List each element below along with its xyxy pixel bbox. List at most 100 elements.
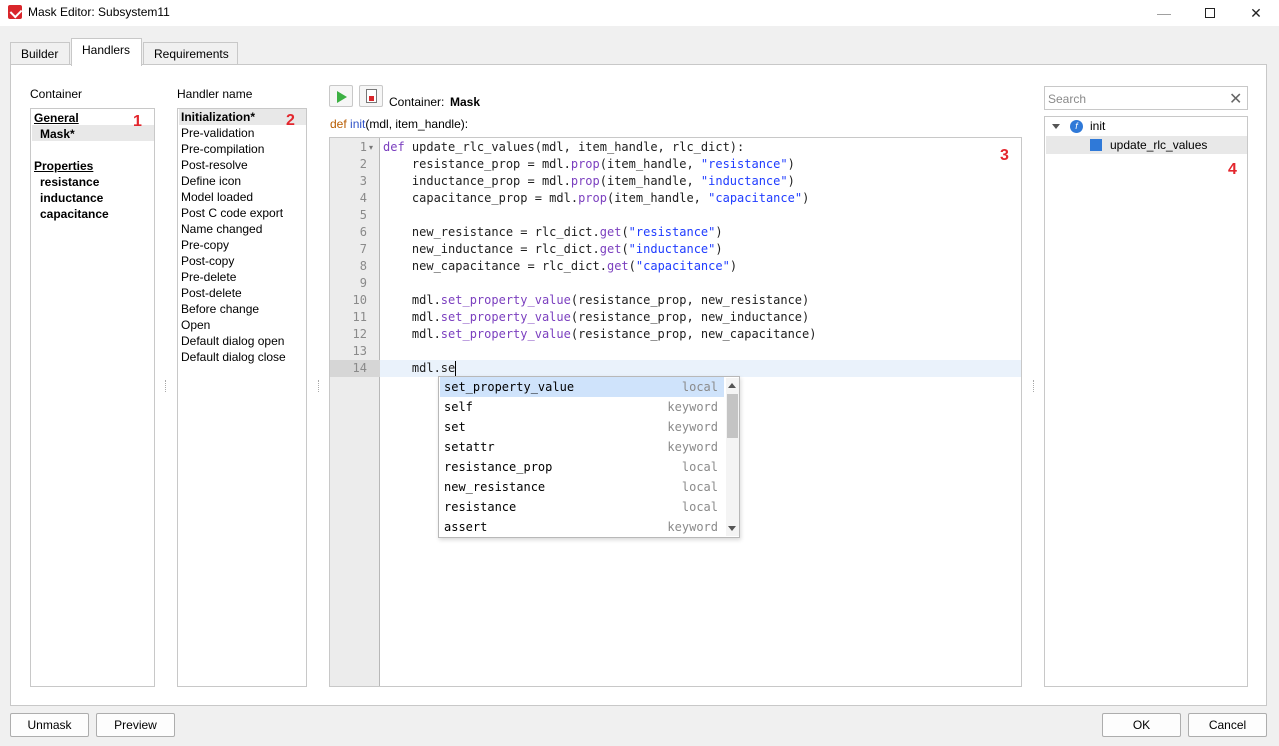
autocomplete-item-name: setattr bbox=[444, 440, 495, 454]
window-title: Mask Editor: Subsystem11 bbox=[28, 5, 170, 19]
line-number: 6 bbox=[359, 225, 367, 239]
autocomplete-item[interactable]: set_property_value local bbox=[440, 377, 724, 397]
handler-item-pre-compilation[interactable]: Pre-compilation bbox=[181, 141, 264, 157]
container-list: General Mask* Properties resistance indu… bbox=[30, 108, 155, 687]
toolbar-container-value: Mask bbox=[450, 95, 481, 109]
line-number: 8 bbox=[359, 259, 367, 273]
autocomplete-item[interactable]: self keyword bbox=[440, 397, 724, 417]
handler-item-post-copy[interactable]: Post-copy bbox=[181, 253, 234, 269]
autocomplete-item-kind: local bbox=[681, 480, 718, 494]
autocomplete-item-kind: local bbox=[681, 460, 718, 474]
autocomplete-item-kind: keyword bbox=[667, 420, 718, 434]
code-line[interactable]: mdl.set_property_value(resistance_prop, … bbox=[383, 326, 817, 343]
property-item-inductance[interactable]: inductance bbox=[40, 190, 103, 206]
run-button[interactable] bbox=[329, 85, 353, 107]
tab-builder[interactable]: Builder bbox=[10, 42, 70, 65]
autocomplete-popup[interactable]: assert keyword resistance local new_resistan… bbox=[438, 376, 740, 538]
minimize-icon[interactable]: — bbox=[1141, 0, 1187, 26]
function-square-icon bbox=[1090, 139, 1102, 151]
line-number: 10 bbox=[352, 293, 367, 307]
marker-1: 1 bbox=[133, 113, 142, 130]
code-line[interactable]: mdl.set_property_value(resistance_prop, … bbox=[383, 292, 809, 309]
handler-item-pre-delete[interactable]: Pre-delete bbox=[181, 269, 236, 285]
autocomplete-item-name: set bbox=[444, 420, 466, 434]
preview-button[interactable]: Preview bbox=[96, 713, 175, 737]
container-general-header: General bbox=[34, 111, 79, 125]
handler-item-model-loaded[interactable]: Model loaded bbox=[181, 189, 253, 205]
line-number: 7 bbox=[359, 242, 367, 256]
popup-scrollbar[interactable] bbox=[726, 378, 739, 536]
handler-item-before-change[interactable]: Before change bbox=[181, 301, 259, 317]
maximize-icon[interactable] bbox=[1187, 0, 1233, 26]
handler-item-default-dialog-open[interactable]: Default dialog open bbox=[181, 333, 284, 349]
handler-item-post-c-code-export[interactable]: Post C code export bbox=[181, 205, 283, 221]
line-number: 3 bbox=[359, 174, 367, 188]
marker-2: 2 bbox=[286, 112, 295, 129]
line-number: 11 bbox=[352, 310, 367, 324]
handler-item-name-changed[interactable]: Name changed bbox=[181, 221, 262, 237]
splitter-handle[interactable] bbox=[1033, 380, 1035, 392]
handler-item-post-resolve[interactable]: Post-resolve bbox=[181, 157, 248, 173]
marker-4: 4 bbox=[1228, 161, 1237, 178]
tree-item-update-rlc-values[interactable]: update_rlc_values bbox=[1110, 137, 1207, 153]
line-number: 13 bbox=[352, 344, 367, 358]
autocomplete-item-name: resistance bbox=[444, 500, 517, 514]
handler-item-define-icon[interactable]: Define icon bbox=[181, 173, 241, 189]
handler-item-pre-copy[interactable]: Pre-copy bbox=[181, 237, 229, 253]
autocomplete-item-name: set_property_value bbox=[444, 380, 575, 394]
autocomplete-item[interactable]: set keyword bbox=[440, 417, 724, 437]
cancel-button[interactable]: Cancel bbox=[1188, 713, 1267, 737]
autocomplete-item[interactable]: resistance_prop local bbox=[440, 457, 724, 477]
code-line[interactable]: inductance_prop = mdl.prop(item_handle, … bbox=[383, 173, 795, 190]
autocomplete-item[interactable]: resistance local bbox=[440, 497, 724, 517]
splitter-handle[interactable] bbox=[165, 380, 167, 392]
handler-item-open[interactable]: Open bbox=[181, 317, 210, 333]
scroll-down-icon[interactable] bbox=[728, 526, 736, 531]
property-item-resistance[interactable]: resistance bbox=[40, 174, 99, 190]
document-icon bbox=[366, 89, 377, 103]
scroll-up-icon[interactable] bbox=[728, 383, 736, 388]
text-caret bbox=[455, 361, 457, 376]
autocomplete-item-kind: local bbox=[681, 380, 718, 394]
splitter-handle[interactable] bbox=[318, 380, 320, 392]
autocomplete-item[interactable]: new_resistance local bbox=[440, 477, 724, 497]
fold-arrow-icon[interactable]: ▾ bbox=[369, 143, 373, 152]
autocomplete-item-name: self bbox=[444, 400, 473, 414]
function-icon: f bbox=[1070, 120, 1083, 133]
code-line[interactable]: def update_rlc_values(mdl, item_handle, … bbox=[383, 139, 744, 156]
autocomplete-item[interactable]: assert keyword bbox=[440, 517, 724, 537]
code-line[interactable]: resistance_prop = mdl.prop(item_handle, … bbox=[383, 156, 795, 173]
code-line[interactable]: new_capacitance = rlc_dict.get("capacita… bbox=[383, 258, 737, 275]
close-icon[interactable]: ✕ bbox=[1233, 0, 1279, 26]
tab-requirements[interactable]: Requirements bbox=[143, 42, 238, 65]
autocomplete-item[interactable]: setattr keyword bbox=[440, 437, 724, 457]
handler-item-default-dialog-close[interactable]: Default dialog close bbox=[181, 349, 286, 365]
autocomplete-item-kind: keyword bbox=[667, 440, 718, 454]
handler-item-initialization[interactable]: Initialization* bbox=[181, 109, 255, 125]
documentation-button[interactable] bbox=[359, 85, 383, 107]
code-line[interactable]: new_resistance = rlc_dict.get("resistanc… bbox=[383, 224, 723, 241]
handler-item-pre-validation[interactable]: Pre-validation bbox=[181, 125, 254, 141]
container-item-mask[interactable]: Mask* bbox=[40, 126, 75, 142]
outline-search-input[interactable]: Search ✕ bbox=[1044, 86, 1248, 110]
code-line[interactable]: mdl.se bbox=[383, 360, 455, 377]
scroll-thumb[interactable] bbox=[727, 394, 738, 438]
line-number: 4 bbox=[359, 191, 367, 205]
handler-name-label: Handler name bbox=[177, 87, 253, 101]
signature-params: (mdl, item_handle): bbox=[365, 117, 469, 131]
tab-handlers[interactable]: Handlers bbox=[71, 38, 142, 66]
autocomplete-item-name: assert bbox=[444, 520, 488, 534]
tree-item-init[interactable]: init bbox=[1090, 118, 1105, 134]
expand-arrow-icon[interactable] bbox=[1052, 124, 1060, 129]
autocomplete-item-kind: keyword bbox=[667, 400, 718, 414]
unmask-button[interactable]: Unmask bbox=[10, 713, 89, 737]
code-line[interactable]: mdl.set_property_value(resistance_prop, … bbox=[383, 309, 809, 326]
ok-button[interactable]: OK bbox=[1102, 713, 1181, 737]
container-label: Container bbox=[30, 87, 83, 101]
clear-search-icon[interactable]: ✕ bbox=[1229, 89, 1242, 109]
code-line[interactable]: capacitance_prop = mdl.prop(item_handle,… bbox=[383, 190, 809, 207]
signature-keyword: def bbox=[330, 117, 347, 131]
code-line[interactable]: new_inductance = rlc_dict.get("inductanc… bbox=[383, 241, 723, 258]
handler-item-post-delete[interactable]: Post-delete bbox=[181, 285, 242, 301]
property-item-capacitance[interactable]: capacitance bbox=[40, 206, 109, 222]
